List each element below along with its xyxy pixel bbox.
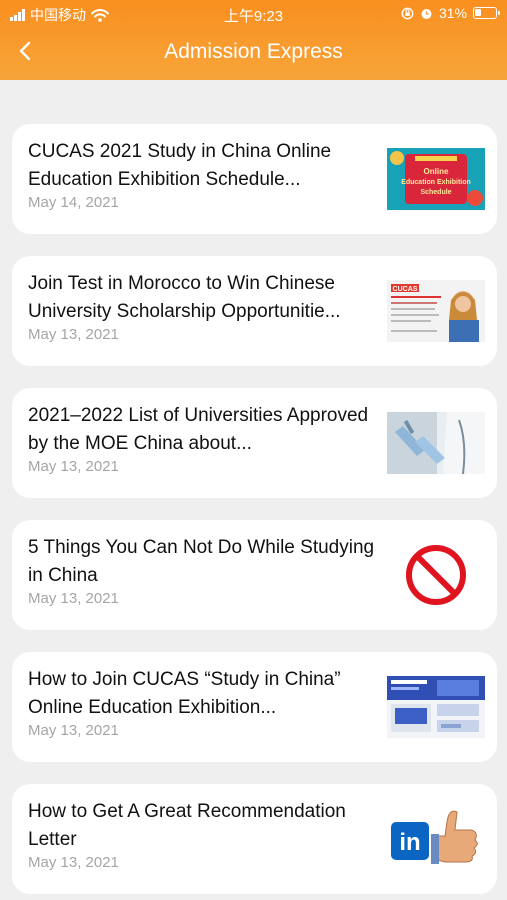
article-title: 2021–2022 List of Universities Approved … bbox=[28, 405, 369, 454]
article-title: 5 Things You Can Not Do While Studying i… bbox=[28, 537, 375, 586]
article-date: May 13, 2021 bbox=[28, 854, 119, 871]
article-title: CUCAS 2021 Study in China Online Educati… bbox=[28, 141, 332, 190]
battery-percent: 31% bbox=[438, 5, 467, 21]
article-title: Join Test in Morocco to Win Chinese Univ… bbox=[28, 273, 341, 322]
article-card[interactable]: CUCAS 2021 Study in China Online Educati… bbox=[12, 124, 497, 234]
article-date: May 13, 2021 bbox=[28, 326, 119, 343]
article-thumbnail bbox=[387, 412, 485, 474]
thumb-text-schedule: Schedule bbox=[420, 189, 451, 196]
article-date: May 13, 2021 bbox=[28, 590, 119, 607]
article-title: How to Join CUCAS “Study in China” Onlin… bbox=[28, 669, 341, 718]
prohibited-icon bbox=[387, 544, 485, 606]
article-card[interactable]: How to Get A Great Recommendation Letter… bbox=[12, 784, 497, 894]
article-thumbnail bbox=[387, 544, 485, 606]
battery-level bbox=[475, 9, 481, 16]
thumb-text-online: Online bbox=[424, 167, 449, 176]
page-title: Admission Express bbox=[164, 40, 343, 63]
article-date: May 14, 2021 bbox=[28, 194, 119, 211]
article-card[interactable]: 2021–2022 List of Universities Approved … bbox=[12, 388, 497, 498]
linkedin-icon: in bbox=[399, 829, 420, 856]
thumb-text-cucas: CUCAS bbox=[393, 286, 418, 293]
lock-rotation-icon bbox=[401, 7, 414, 19]
thumb-text-education: Education Exhibition bbox=[401, 179, 471, 186]
article-thumbnail: Online Education Exhibition Schedule bbox=[387, 148, 485, 210]
article-thumbnail bbox=[387, 676, 485, 738]
alarm-icon bbox=[421, 8, 432, 19]
article-date: May 13, 2021 bbox=[28, 458, 119, 475]
article-thumbnail: in bbox=[387, 802, 485, 872]
app-header: 中国移动 上午9:23 31% Admission Express bbox=[0, 0, 507, 80]
nav-bar: Admission Express bbox=[0, 28, 507, 80]
article-card[interactable]: Join Test in Morocco to Win Chinese Univ… bbox=[12, 256, 497, 366]
status-right: 31% bbox=[401, 5, 500, 21]
article-thumbnail: CUCAS bbox=[387, 280, 485, 342]
article-card[interactable]: 5 Things You Can Not Do While Studying i… bbox=[12, 520, 497, 630]
article-title: How to Get A Great Recommendation Letter bbox=[28, 801, 346, 850]
status-bar: 中国移动 上午9:23 31% bbox=[0, 0, 507, 28]
article-date: May 13, 2021 bbox=[28, 722, 119, 739]
battery-icon bbox=[473, 7, 500, 19]
article-card[interactable]: How to Join CUCAS “Study in China” Onlin… bbox=[12, 652, 497, 762]
